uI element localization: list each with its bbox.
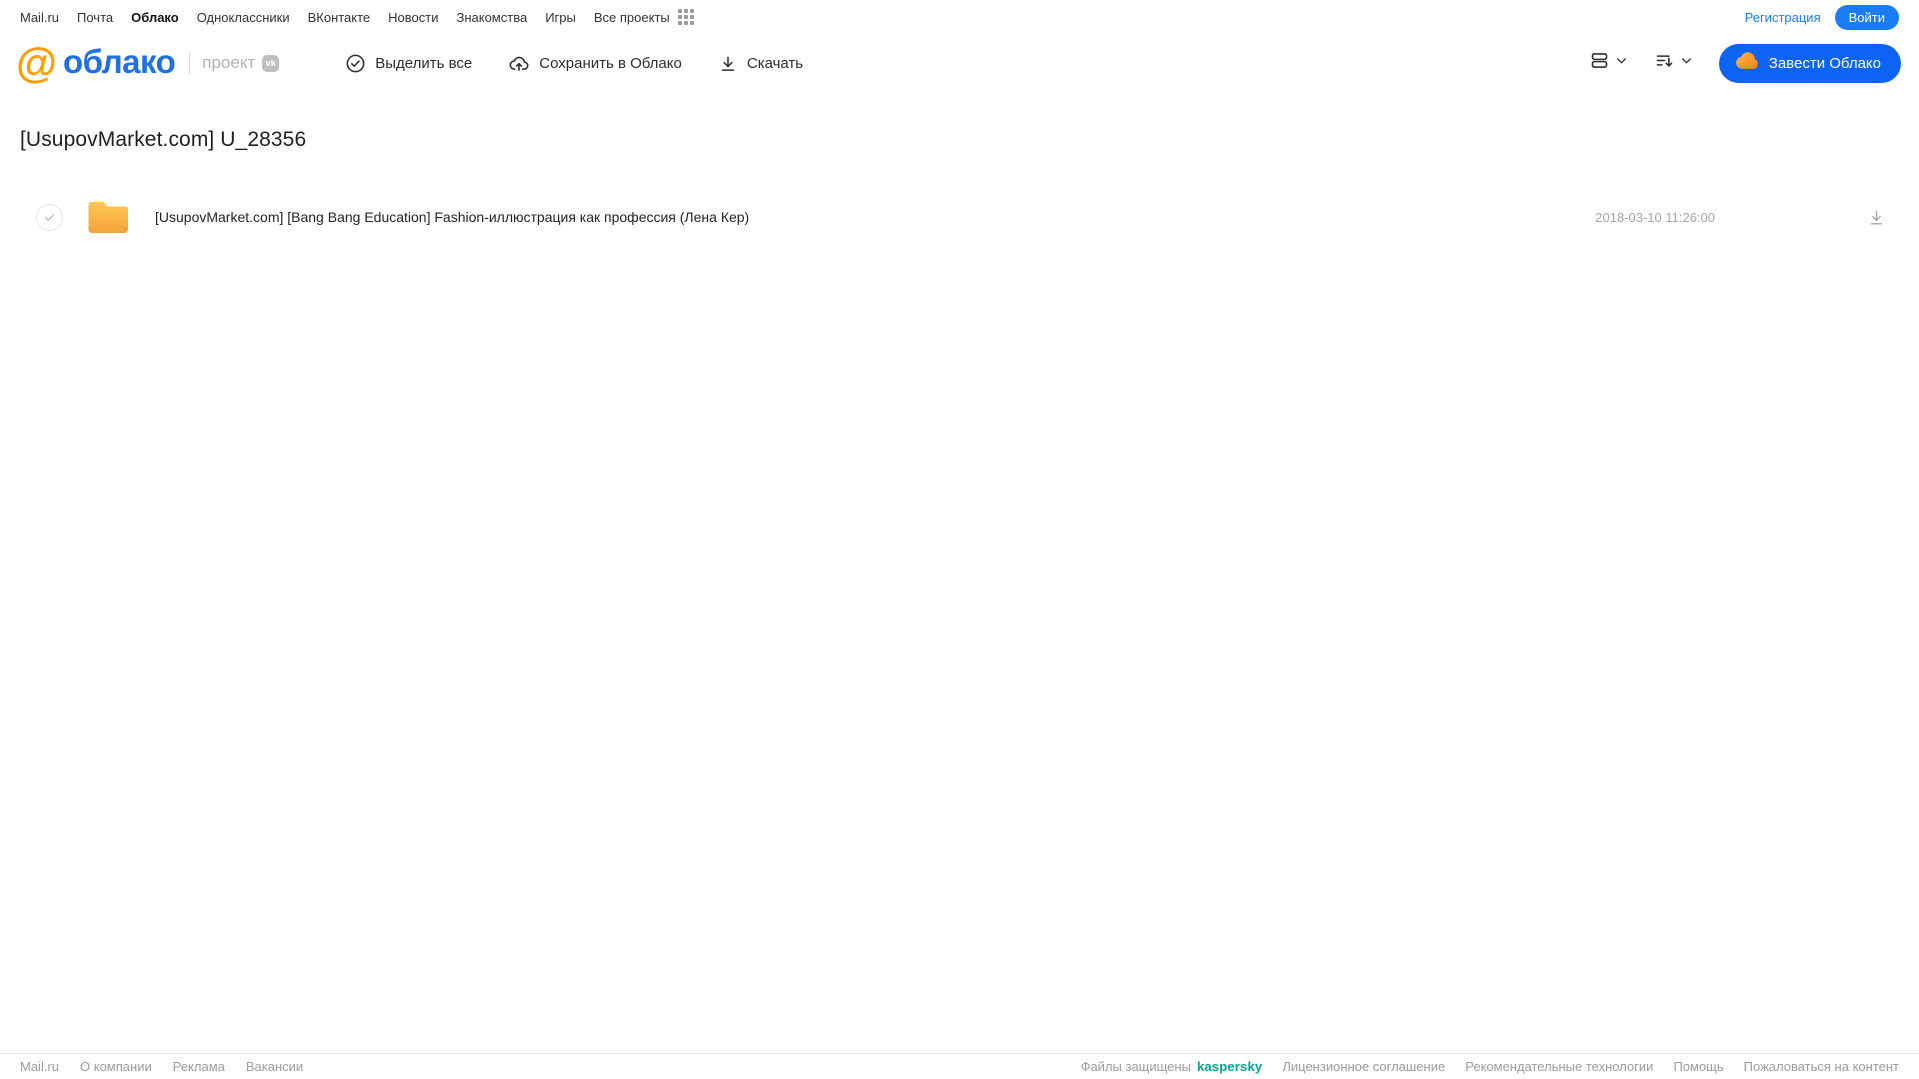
topnav-dating[interactable]: Знакомства: [456, 10, 527, 25]
project-text: проект: [202, 53, 256, 72]
get-cloud-label: Завести Облако: [1768, 54, 1881, 72]
page-footer: Mail.ru О компании Реклама Вакансии Файл…: [0, 1053, 1919, 1079]
page-title: [UsupovMarket.com] U_28356: [20, 128, 307, 151]
footer-help-link[interactable]: Помощь: [1673, 1059, 1723, 1074]
footer-recommendations-link[interactable]: Рекомендательные технологии: [1465, 1059, 1653, 1074]
footer-right-links: Файлы защищены kaspersky Лицензионное со…: [1081, 1059, 1899, 1074]
file-name-link[interactable]: [UsupovMarket.com] [Bang Bang Education]…: [155, 209, 749, 225]
sort-icon: [1654, 50, 1675, 76]
footer-license-link[interactable]: Лицензионное соглашение: [1282, 1059, 1445, 1074]
project-vk-label: проект vk: [202, 53, 280, 73]
select-all-button[interactable]: Выделить все: [345, 53, 472, 74]
download-label: Скачать: [746, 54, 804, 72]
footer-report-link[interactable]: Пожаловаться на контент: [1744, 1059, 1899, 1074]
topbar-auth-area: Регистрация Войти: [1745, 4, 1899, 30]
file-row[interactable]: [UsupovMarket.com] [Bang Bang Education]…: [0, 194, 1919, 240]
registration-link[interactable]: Регистрация: [1745, 10, 1821, 25]
topnav-news[interactable]: Новости: [388, 10, 438, 25]
portal-topbar: Mail.ru Почта Облако Одноклассники ВКонт…: [0, 0, 1919, 34]
sort-dropdown[interactable]: [1654, 50, 1693, 76]
footer-jobs-link[interactable]: Вакансии: [246, 1059, 303, 1074]
footer-mailru-link[interactable]: Mail.ru: [20, 1059, 59, 1074]
protected-by-label: Файлы защищены: [1080, 1059, 1191, 1074]
folder-icon: [86, 199, 131, 236]
file-actions-toolbar: Выделить все Сохранить в Облако Скачать: [345, 53, 803, 74]
download-button[interactable]: Скачать: [718, 53, 803, 74]
row-download-icon[interactable]: [1867, 208, 1886, 227]
cloud-public-page: Mail.ru Почта Облако Одноклассники ВКонт…: [0, 0, 1919, 1079]
row-checkbox[interactable]: [36, 203, 63, 231]
chevron-down-icon: [1615, 54, 1628, 72]
login-button[interactable]: Войти: [1834, 4, 1899, 30]
save-to-cloud-button[interactable]: Сохранить в Облако: [508, 53, 682, 74]
check-icon: [45, 213, 54, 221]
topnav-cloud[interactable]: Облако: [131, 10, 179, 25]
all-projects-grid-icon[interactable]: [677, 9, 694, 25]
check-circle-icon: [345, 53, 366, 74]
save-to-cloud-label: Сохранить в Облако: [539, 54, 682, 72]
cloud-logo-text: облако: [62, 42, 176, 80]
kaspersky-protection: Файлы защищены kaspersky: [1081, 1059, 1263, 1074]
vk-badge-icon: vk: [262, 54, 280, 72]
footer-about-link[interactable]: О компании: [80, 1059, 152, 1074]
cloud-logo[interactable]: @ облако проект vk: [16, 39, 280, 86]
topnav-all-projects[interactable]: Все проекты: [594, 10, 670, 25]
file-list: [UsupovMarket.com] [Bang Bang Education]…: [0, 194, 1919, 240]
cloud-header: @ облако проект vk Выделить все Сохранит…: [0, 34, 1919, 92]
topnav-mailru[interactable]: Mail.ru: [20, 10, 59, 25]
topnav-vkontakte[interactable]: ВКонтакте: [308, 10, 371, 25]
cloud-upload-icon: [508, 53, 530, 74]
footer-ads-link[interactable]: Реклама: [173, 1059, 225, 1074]
kaspersky-logo[interactable]: kaspersky: [1197, 1059, 1262, 1074]
mailru-at-icon: @: [16, 39, 57, 86]
download-icon: [718, 53, 738, 74]
view-mode-dropdown[interactable]: [1589, 50, 1628, 76]
topnav-mail[interactable]: Почта: [77, 10, 113, 25]
main-content: [UsupovMarket.com] U_28356 [UsupovMarket…: [0, 92, 1919, 240]
header-right-controls: Завести Облако: [1589, 43, 1901, 83]
logo-divider: [189, 52, 191, 74]
file-modified-date: 2018-03-10 11:26:00: [1595, 209, 1715, 225]
get-cloud-button[interactable]: Завести Облако: [1718, 43, 1901, 83]
footer-left-links: Mail.ru О компании Реклама Вакансии: [20, 1059, 303, 1074]
cloud-orange-icon: [1735, 52, 1759, 74]
chevron-down-icon: [1680, 54, 1693, 72]
topnav-odnoklassniki[interactable]: Одноклассники: [197, 10, 290, 25]
list-view-icon: [1589, 50, 1610, 76]
select-all-label: Выделить все: [375, 54, 473, 72]
topnav-games[interactable]: Игры: [545, 10, 576, 25]
